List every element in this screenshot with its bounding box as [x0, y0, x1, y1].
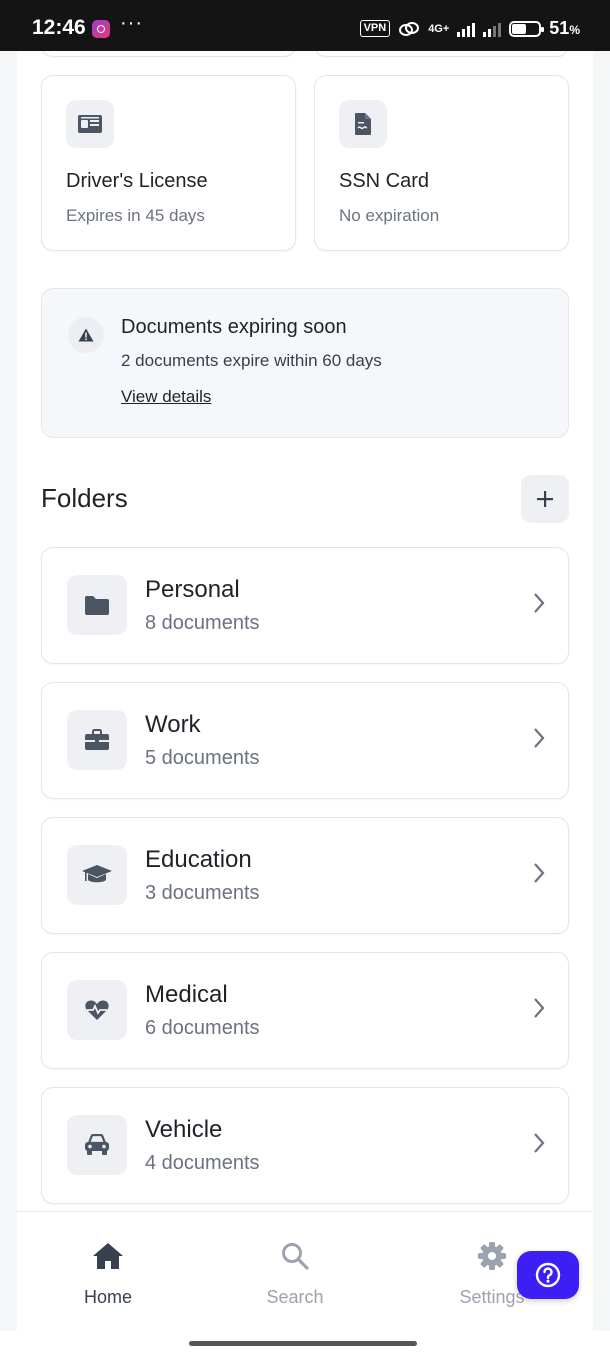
battery-level: 51% [549, 18, 580, 38]
tab-search[interactable]: Search [215, 1212, 375, 1322]
help-button[interactable] [517, 1251, 579, 1299]
folder-count: 5 documents [145, 747, 260, 769]
network-type: 4G+ [428, 22, 450, 35]
right-gutter [593, 51, 610, 1331]
status-bar: 12:46 ··· VPN 4G+ 51% [0, 0, 610, 51]
folder-icon [67, 575, 127, 635]
vpn-icon: VPN [359, 20, 391, 37]
question-mark-icon [535, 1262, 561, 1288]
chevron-right-icon [534, 863, 545, 883]
heartbeat-icon [67, 980, 127, 1040]
bottom-tab-bar: Home Search Settings [17, 1211, 593, 1331]
folder-name: Work [145, 711, 201, 738]
warning-icon [68, 317, 104, 353]
document-title: Driver's License [66, 170, 208, 192]
car-icon [67, 1115, 127, 1175]
document-card-clipped[interactable] [314, 51, 569, 57]
document-expiry: No expiration [339, 206, 440, 225]
alert-message: 2 documents expire within 60 days [121, 351, 382, 370]
document-card-ssn-card[interactable]: SSN Card No expiration [314, 75, 569, 251]
folder-name: Medical [145, 981, 228, 1008]
left-gutter [0, 51, 17, 1331]
folder-name: Vehicle [145, 1116, 223, 1143]
tab-home-label: Home [83, 1287, 132, 1307]
status-icons: VPN 4G+ 51% [359, 18, 580, 39]
plus-icon [537, 491, 553, 507]
folder-count: 8 documents [145, 612, 260, 634]
document-icon [339, 100, 387, 148]
chevron-right-icon [534, 728, 545, 748]
gear-icon [478, 1242, 506, 1270]
chevron-right-icon [534, 998, 545, 1018]
home-indicator[interactable] [189, 1341, 417, 1346]
graduation-cap-icon [67, 845, 127, 905]
link-icon [399, 21, 420, 36]
view-details-link[interactable]: View details [121, 387, 211, 407]
document-expiry: Expires in 45 days [66, 206, 205, 225]
folder-item-work[interactable]: Work 5 documents [41, 682, 569, 799]
document-title: SSN Card [339, 170, 430, 192]
signal-2-icon [483, 21, 502, 37]
document-card-clipped[interactable] [41, 51, 296, 57]
briefcase-icon [67, 710, 127, 770]
folder-count: 3 documents [145, 882, 260, 904]
instagram-notification-icon [92, 20, 110, 38]
folder-item-medical[interactable]: Medical 6 documents [41, 952, 569, 1069]
folder-count: 4 documents [145, 1152, 260, 1174]
folder-item-education[interactable]: Education 3 documents [41, 817, 569, 934]
home-icon [93, 1243, 123, 1269]
id-card-icon [66, 100, 114, 148]
chevron-right-icon [534, 1133, 545, 1153]
tab-home[interactable]: Home [28, 1212, 188, 1322]
folder-name: Personal [145, 576, 240, 603]
folder-name: Education [145, 846, 252, 873]
alert-title: Documents expiring soon [121, 316, 347, 338]
folder-item-vehicle[interactable]: Vehicle 4 documents [41, 1087, 569, 1204]
folder-item-personal[interactable]: Personal 8 documents [41, 547, 569, 664]
status-time: 12:46 [32, 16, 86, 39]
document-card-drivers-license[interactable]: Driver's License Expires in 45 days [41, 75, 296, 251]
more-notifications-icon: ··· [120, 12, 143, 34]
add-folder-button[interactable] [521, 475, 569, 523]
expiry-alert: Documents expiring soon 2 documents expi… [41, 288, 569, 438]
battery-icon [509, 20, 545, 37]
folders-heading: Folders [41, 483, 128, 513]
chevron-right-icon [534, 593, 545, 613]
search-icon [282, 1243, 309, 1270]
tab-search-label: Search [266, 1287, 324, 1307]
signal-icon [457, 21, 476, 37]
folder-count: 6 documents [145, 1017, 260, 1039]
main-content[interactable]: Driver's License Expires in 45 days SSN … [17, 51, 593, 1211]
